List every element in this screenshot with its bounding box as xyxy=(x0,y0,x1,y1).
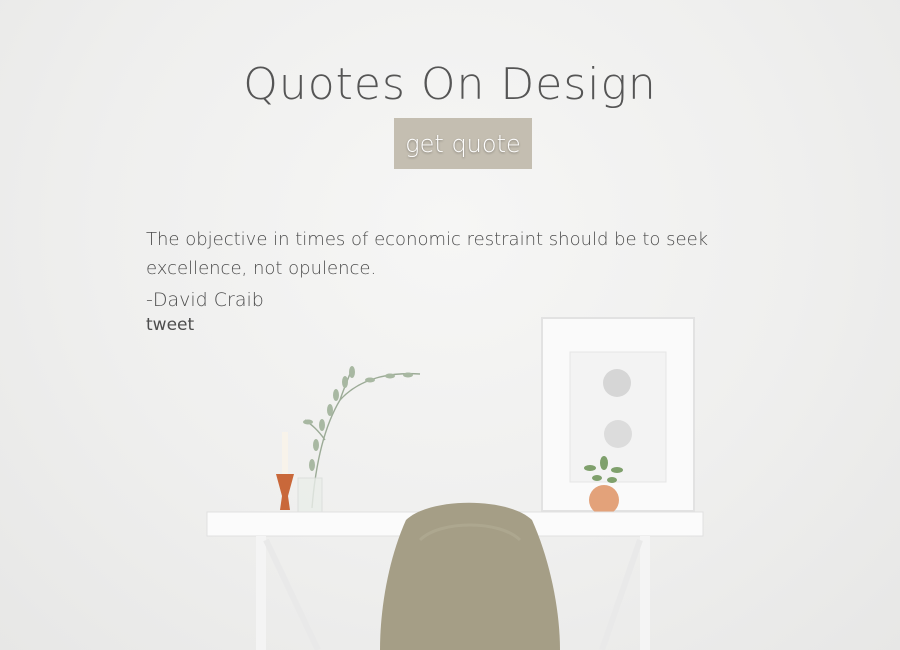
quote-container: The objective in times of economic restr… xyxy=(146,225,786,335)
candle-holder xyxy=(276,432,294,510)
tweet-link[interactable]: tweet xyxy=(146,315,194,335)
picture-frame xyxy=(541,317,695,512)
glass-vase xyxy=(297,477,323,513)
get-quote-button[interactable]: get quote xyxy=(394,118,532,169)
quote-text: The objective in times of economic restr… xyxy=(146,229,709,279)
page-title: Quotes On Design xyxy=(243,59,657,111)
chair xyxy=(380,502,560,650)
quote-author: -David Craib xyxy=(146,289,264,311)
